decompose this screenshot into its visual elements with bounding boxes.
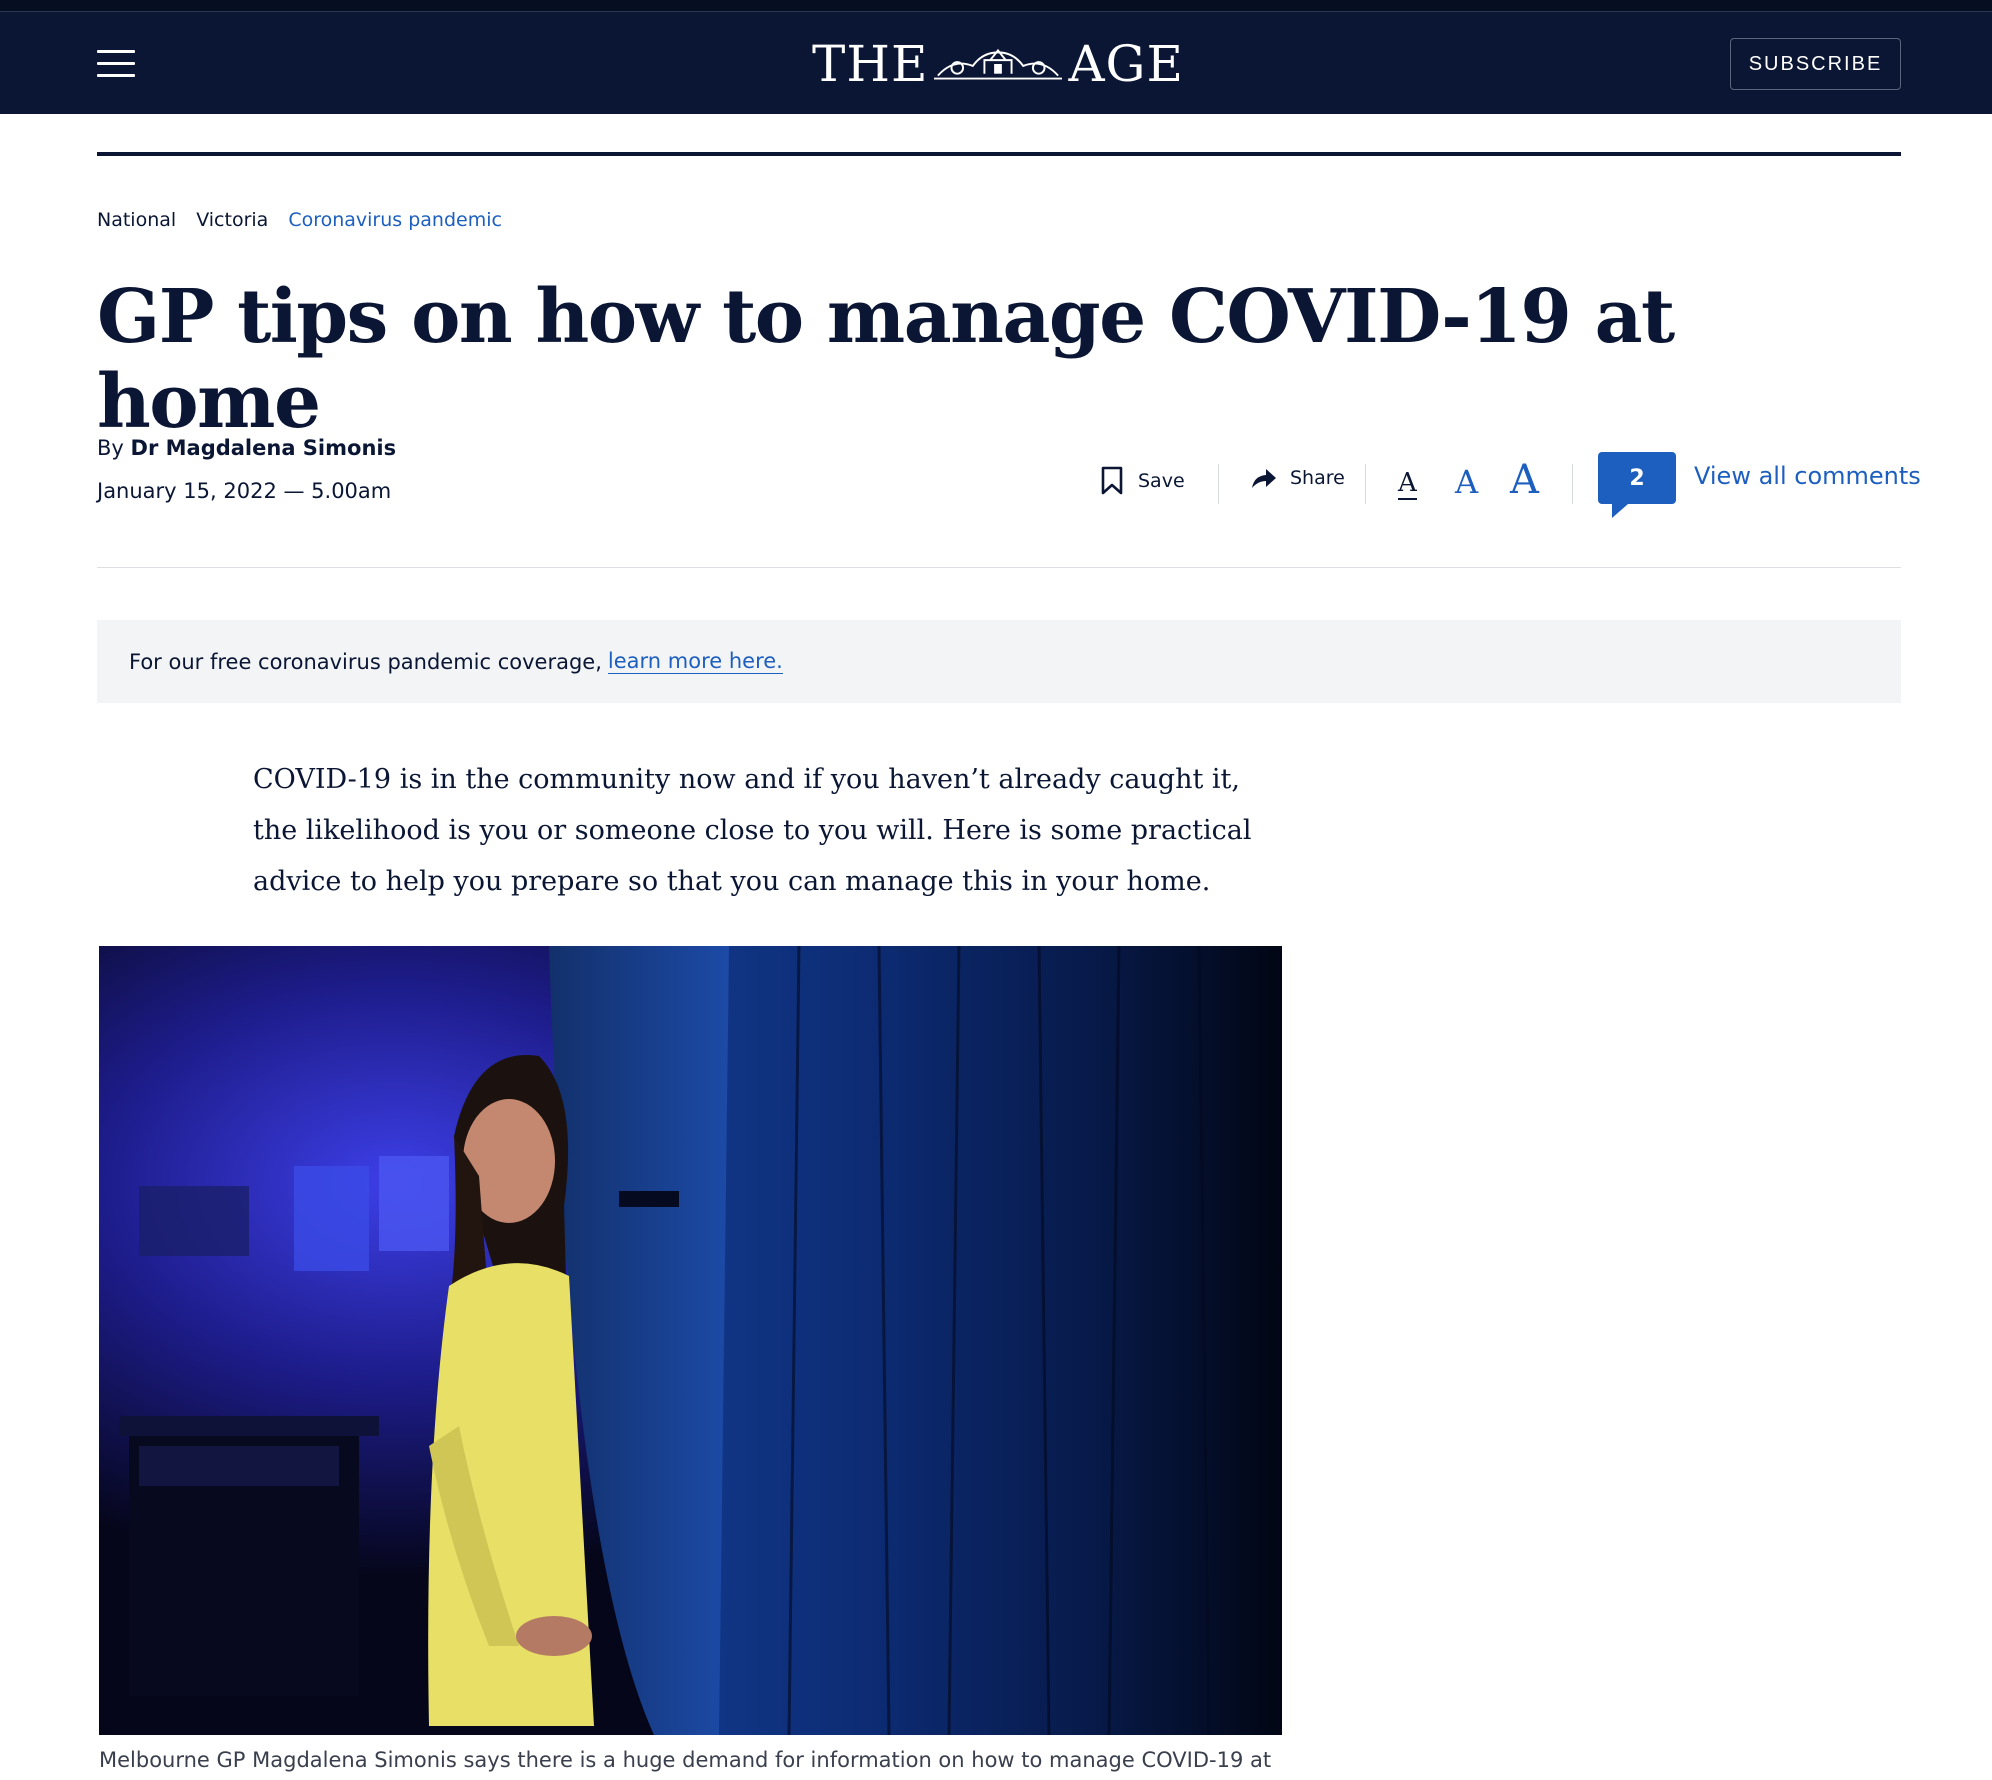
save-button[interactable]: Save — [1100, 466, 1185, 496]
save-label: Save — [1138, 470, 1185, 492]
subscribe-button[interactable]: SUBSCRIBE — [1730, 38, 1901, 90]
tools-divider — [1218, 464, 1219, 504]
tools-divider — [1572, 464, 1573, 504]
site-logo[interactable]: THE AGE — [812, 34, 1184, 94]
font-size-medium-button[interactable]: A — [1455, 466, 1478, 498]
article-intro: COVID-19 is in the community now and if … — [253, 764, 1252, 897]
site-header: THE AGE SUBSCRIBE — [0, 0, 1992, 114]
logo-word-the: THE — [812, 35, 929, 93]
tools-divider — [1365, 464, 1366, 504]
breadcrumb-national[interactable]: National — [97, 209, 176, 231]
photo-caption: Melbourne GP Magdalena Simonis says ther… — [99, 1748, 1272, 1772]
coverage-notice: For our free coronavirus pandemic covera… — [97, 620, 1901, 703]
breadcrumb: National Victoria Coronavirus pandemic — [97, 209, 502, 231]
font-size-small-button[interactable]: A — [1398, 470, 1417, 500]
photo-illustration — [99, 946, 1282, 1735]
article-photo[interactable] — [99, 946, 1282, 1735]
view-all-comments-link[interactable]: View all comments — [1694, 462, 1921, 490]
hamburger-menu-icon[interactable] — [97, 50, 135, 78]
breadcrumb-coronavirus-pandemic[interactable]: Coronavirus pandemic — [288, 209, 502, 231]
breadcrumb-victoria[interactable]: Victoria — [196, 209, 268, 231]
byline: By Dr Magdalena Simonis — [97, 436, 396, 460]
section-divider — [97, 152, 1901, 156]
byline-prefix: By — [97, 436, 124, 460]
notice-text: For our free coronavirus pandemic covera… — [129, 649, 602, 674]
logo-word-age: AGE — [1068, 35, 1184, 93]
article-headline: GP tips on how to manage COVID-19 at hom… — [97, 274, 1675, 446]
byline-divider — [97, 567, 1901, 568]
share-arrow-icon — [1252, 469, 1276, 488]
share-button[interactable]: Share — [1250, 466, 1345, 490]
font-size-large-button[interactable]: A — [1510, 460, 1539, 500]
comment-count-badge[interactable]: 2 — [1598, 452, 1676, 518]
header-top-line — [0, 11, 1992, 12]
bookmark-icon — [1101, 466, 1123, 495]
learn-more-link[interactable]: learn more here. — [607, 649, 783, 674]
publish-date: January 15, 2022 — 5.00am — [97, 479, 392, 503]
author-link[interactable]: Dr Magdalena Simonis — [131, 436, 397, 460]
logo-crest-icon — [934, 48, 1063, 80]
share-label: Share — [1290, 467, 1345, 489]
comment-count: 2 — [1629, 465, 1645, 491]
